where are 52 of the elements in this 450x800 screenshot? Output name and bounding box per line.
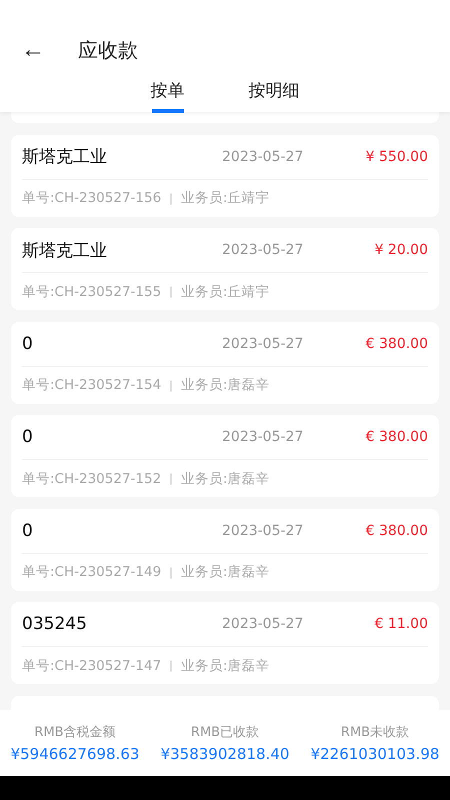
- order-number: 单号:CH-230527-156: [22, 189, 162, 207]
- separator: |: [169, 659, 173, 672]
- order-card[interactable]: 斯塔克工业 2023-05-27 ¥ 550.00 单号:CH-230527-156 | 业务员:丘靖宇: [11, 134, 439, 216]
- salesperson: 业务员:唐磊辛: [180, 470, 270, 488]
- order-date: 2023-05-27: [222, 242, 304, 258]
- order-amount: ¥ 550.00: [366, 148, 428, 164]
- order-date: 2023-05-27: [222, 522, 304, 538]
- summary-value: ¥5946627698.63: [10, 745, 140, 763]
- salesperson: 业务员:丘靖宇: [180, 189, 270, 207]
- order-card[interactable]: 斯塔克工业 2023-05-27 ¥ 20.00 单号:CH-230527-155 | 业务员:丘靖宇: [11, 228, 439, 310]
- customer-name: 035245: [22, 614, 88, 634]
- salesperson: 业务员:丘靖宇: [180, 282, 270, 300]
- separator: |: [169, 566, 173, 578]
- separator: |: [169, 192, 173, 204]
- separator: |: [169, 285, 173, 298]
- salesperson: 业务员:唐磊辛: [180, 656, 270, 674]
- order-card[interactable]: 0 2023-05-27 € 380.00 单号:CH-230527-152 | 业务员:唐磊辛: [11, 415, 439, 497]
- order-card[interactable]: 035245 2023-05-27 € 11.00 单号:CH-230527-147 | 业务员:唐磊辛: [11, 602, 439, 684]
- customer-name: 0: [22, 427, 34, 447]
- customer-name: 0: [22, 334, 34, 354]
- order-amount: € 380.00: [366, 522, 428, 538]
- summary-label: RMB含税金额: [34, 724, 116, 741]
- separator: |: [169, 472, 173, 485]
- tab[interactable]: 按单: [150, 76, 184, 113]
- order-amount: € 380.00: [366, 336, 428, 352]
- summary-label: RMB未收款: [340, 724, 410, 741]
- separator: |: [169, 378, 173, 392]
- order-card[interactable]: 0 2023-05-27 € 380.00 单号:CH-230527-154 | 业务员:唐磊辛: [11, 322, 439, 404]
- order-card[interactable]: 0 2023-05-27 € 380.00 单号:CH-230527-149 | 业务员:唐磊辛: [11, 508, 439, 590]
- order-amount: ¥ 20.00: [374, 242, 428, 258]
- customer-name: 斯塔克工业: [22, 146, 108, 168]
- salesperson: 业务员:唐磊辛: [180, 563, 270, 581]
- order-number: 单号:CH-230527-152: [22, 470, 162, 488]
- salesperson: 业务员:唐磊辛: [180, 376, 270, 394]
- tab[interactable]: 按明细: [248, 76, 300, 113]
- order-date: 2023-05-27: [222, 148, 304, 164]
- summary-label: RMB已收款: [190, 724, 260, 741]
- summary-value: ¥3583902818.40: [160, 745, 290, 763]
- back-button[interactable]: ←: [18, 38, 48, 62]
- order-number: 单号:CH-230527-155: [22, 282, 162, 300]
- summary-value: ¥2261030103.98: [310, 745, 440, 763]
- customer-name: 0: [22, 520, 34, 540]
- order-number: 单号:CH-230527-154: [22, 376, 162, 394]
- customer-name: 斯塔克工业: [22, 240, 108, 262]
- order-number: 单号:CH-230527-147: [22, 656, 162, 674]
- order-amount: € 380.00: [366, 429, 428, 445]
- order-number: 单号:CH-230527-149: [22, 563, 162, 581]
- order-date: 2023-05-27: [222, 336, 304, 352]
- order-date: 2023-05-27: [222, 429, 304, 445]
- order-date: 2023-05-27: [222, 616, 304, 632]
- order-amount: € 11.00: [374, 616, 428, 632]
- page-title: 应收款: [78, 36, 138, 64]
